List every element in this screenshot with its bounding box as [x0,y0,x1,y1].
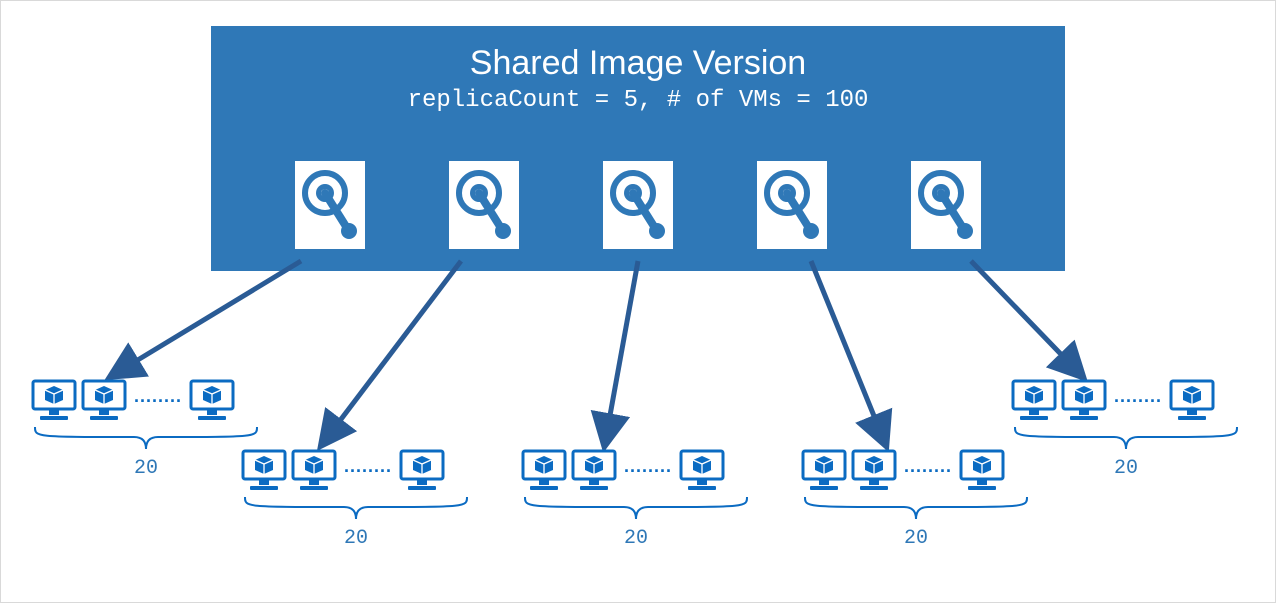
vm-icon [31,379,77,423]
vm-icon [801,449,847,493]
cluster-count-label: 20 [31,457,261,480]
replica-disk-icon [449,161,519,249]
vm-icon [81,379,127,423]
cluster-count-label: 20 [801,527,1031,550]
brace [31,425,261,455]
vm-row: ........ [801,449,1031,493]
vm-icon [1011,379,1057,423]
vm-icon [679,449,725,493]
replica-disk-icon [295,161,365,249]
ellipsis: ........ [341,456,395,487]
vm-icon [1169,379,1215,423]
vm-cluster: ........ 20 [521,449,751,550]
vm-row: ........ [31,379,261,423]
arrow-replica-1 [113,261,301,375]
brace [521,495,751,525]
arrow-replica-3 [605,261,638,443]
arrow-replica-2 [323,261,461,443]
arrow-replica-5 [971,261,1081,375]
ellipsis: ........ [1111,386,1165,417]
shared-image-version-box: Shared Image Version replicaCount = 5, #… [211,26,1065,271]
ellipsis: ........ [901,456,955,487]
vm-cluster: ........ 20 [1011,379,1241,480]
replica-disk-row [211,161,1065,249]
cluster-count-label: 20 [521,527,751,550]
vm-icon [189,379,235,423]
cluster-count-label: 20 [1011,457,1241,480]
arrow-replica-4 [811,261,885,443]
vm-icon [851,449,897,493]
vm-icon [291,449,337,493]
box-title: Shared Image Version [211,44,1065,83]
diagram-canvas: Shared Image Version replicaCount = 5, #… [0,0,1276,603]
vm-row: ........ [241,449,471,493]
box-subtitle: replicaCount = 5, # of VMs = 100 [211,87,1065,114]
vm-row: ........ [1011,379,1241,423]
ellipsis: ........ [621,456,675,487]
vm-icon [1061,379,1107,423]
cluster-count-label: 20 [241,527,471,550]
brace [241,495,471,525]
vm-icon [399,449,445,493]
vm-row: ........ [521,449,751,493]
vm-cluster: ........ 20 [801,449,1031,550]
replica-disk-icon [757,161,827,249]
vm-icon [521,449,567,493]
brace [801,495,1031,525]
vm-cluster: ........ 20 [241,449,471,550]
vm-cluster: ........ 20 [31,379,261,480]
vm-icon [241,449,287,493]
brace [1011,425,1241,455]
vm-icon [571,449,617,493]
replica-disk-icon [911,161,981,249]
vm-icon [959,449,1005,493]
ellipsis: ........ [131,386,185,417]
replica-disk-icon [603,161,673,249]
